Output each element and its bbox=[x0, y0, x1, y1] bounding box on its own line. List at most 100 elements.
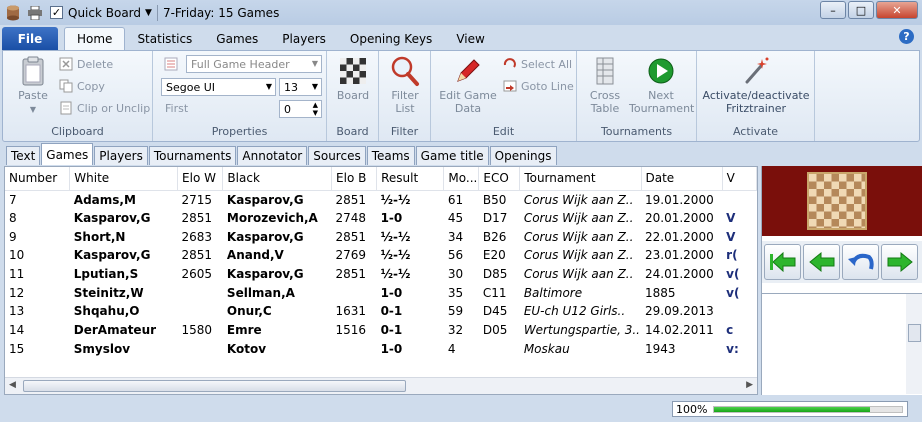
delete-button[interactable]: Delete bbox=[59, 55, 113, 73]
table-cell: 1-0 bbox=[380, 211, 403, 226]
copy-button[interactable]: Copy bbox=[59, 77, 105, 95]
table-row[interactable]: 7 Adams,M 2715 Kasparov,G 2851 ½-½ 61 B50 Corus … bbox=[5, 190, 757, 209]
magic-wand-icon bbox=[740, 55, 772, 87]
tab-game-title[interactable]: Game title bbox=[415, 146, 489, 165]
table-cell: 1885 bbox=[645, 285, 676, 300]
next-move-button[interactable] bbox=[881, 244, 918, 280]
minimize-button[interactable]: – bbox=[820, 1, 846, 19]
notation-pane[interactable] bbox=[762, 293, 922, 394]
goto-line-button[interactable]: Goto Line bbox=[503, 77, 574, 95]
tab-sources[interactable]: Sources bbox=[308, 146, 366, 165]
tab-players-list[interactable]: Players bbox=[94, 146, 148, 165]
scroll-right-icon[interactable]: ▶ bbox=[746, 380, 753, 390]
select-all-icon bbox=[503, 57, 517, 71]
grid-header-row: Number White Elo W Black Elo B Result Mo… bbox=[5, 167, 757, 191]
column-header[interactable]: Black bbox=[222, 167, 333, 191]
column-header[interactable]: White bbox=[69, 167, 179, 191]
paste-button[interactable]: Paste ▼ bbox=[13, 55, 53, 116]
ribbon-tab-row: File Home Statistics Games Players Openi… bbox=[0, 25, 922, 50]
column-header[interactable]: Mo... bbox=[443, 167, 480, 191]
tab-home[interactable]: Home bbox=[64, 27, 126, 50]
take-back-button[interactable] bbox=[842, 244, 879, 280]
scroll-left-icon[interactable]: ◀ bbox=[9, 380, 16, 390]
table-cell: 2769 bbox=[335, 248, 367, 263]
board-button[interactable]: Board bbox=[335, 55, 371, 102]
next-tournament-button[interactable]: Next Tournament bbox=[629, 55, 694, 115]
quickboard-checkbox[interactable]: ✓ bbox=[50, 6, 63, 19]
tab-players[interactable]: Players bbox=[270, 27, 338, 50]
tab-view[interactable]: View bbox=[444, 27, 496, 50]
table-cell: B26 bbox=[482, 229, 507, 244]
column-header[interactable]: Number bbox=[5, 167, 71, 191]
font-combo[interactable]: Segoe UI ▼ bbox=[161, 78, 276, 96]
table-row[interactable]: 8 Kasparov,G 2851 Morozevich,A 2748 1-0 45 D17 C… bbox=[5, 209, 757, 228]
first-move-button[interactable] bbox=[764, 244, 801, 280]
tab-opening-keys[interactable]: Opening Keys bbox=[338, 27, 444, 50]
table-row[interactable]: 10 Kasparov,G 2851 Anand,V 2769 ½-½ 56 E20 Corus… bbox=[5, 246, 757, 265]
first-stepper[interactable]: 0 ▲ ▼ bbox=[279, 100, 322, 118]
chessboard-thumbnail[interactable] bbox=[807, 172, 867, 230]
vertical-scrollbar[interactable] bbox=[906, 294, 922, 394]
header-list-icon bbox=[164, 57, 178, 74]
edit-game-data-button[interactable]: Edit Game Data bbox=[437, 55, 499, 115]
printer-icon[interactable] bbox=[26, 4, 44, 22]
database-icon[interactable] bbox=[4, 4, 22, 22]
table-row[interactable]: 13 Shqahu,O Onur,C 1631 0-1 59 D45 EU-ch U12 Gi… bbox=[5, 302, 757, 321]
close-button[interactable]: ✕ bbox=[876, 1, 918, 19]
file-tab[interactable]: File bbox=[2, 27, 58, 50]
table-row[interactable]: 15 Smyslov Kotov 1-0 4 Moskau 1943 v: bbox=[5, 340, 757, 359]
table-cell: Kotov bbox=[226, 341, 267, 356]
tab-statistics[interactable]: Statistics bbox=[125, 27, 204, 50]
scrollbar-thumb[interactable] bbox=[23, 380, 406, 392]
tab-text[interactable]: Text bbox=[6, 146, 41, 165]
table-cell: v( bbox=[726, 285, 740, 300]
table-cell: Baltimore bbox=[523, 285, 583, 300]
clip-unclip-button[interactable]: Clip or Unclip bbox=[59, 99, 150, 117]
filter-group: Filter List Filter bbox=[379, 51, 431, 141]
column-header[interactable]: Result bbox=[376, 167, 445, 191]
horizontal-scrollbar[interactable]: ◀ ▶ bbox=[5, 377, 757, 394]
help-icon[interactable]: ? bbox=[899, 29, 914, 44]
column-header[interactable]: Elo B bbox=[331, 167, 378, 191]
previous-move-button[interactable] bbox=[803, 244, 840, 280]
font-value: Segoe UI bbox=[166, 80, 216, 94]
tab-games-list[interactable]: Games bbox=[41, 143, 94, 165]
table-row[interactable]: 14 DerAmateur 1580 Emre 1516 0-1 32 D05 Wertungs… bbox=[5, 321, 757, 340]
edit-group: Edit Game Data Select All Goto Line Edit bbox=[431, 51, 577, 141]
select-all-button[interactable]: Select All bbox=[503, 55, 572, 73]
font-size-combo[interactable]: 13 ▼ bbox=[279, 78, 322, 96]
table-cell: 20.01.2000 bbox=[645, 211, 714, 226]
progress-fill bbox=[714, 407, 871, 412]
column-header[interactable]: Elo W bbox=[177, 167, 224, 191]
table-cell: Sellman,A bbox=[226, 285, 295, 300]
table-cell: D05 bbox=[482, 323, 508, 338]
quick-access-dropdown-icon[interactable]: ▼ bbox=[145, 8, 152, 18]
column-header[interactable]: Date bbox=[641, 167, 723, 191]
filter-list-button[interactable]: Filter List bbox=[385, 55, 425, 115]
column-header[interactable]: Tournament bbox=[519, 167, 642, 191]
column-header[interactable]: ECO bbox=[478, 167, 521, 191]
table-row[interactable]: 9 Short,N 2683 Kasparov,G 2851 ½-½ 34 B26 Corus … bbox=[5, 227, 757, 246]
table-cell: 2851 bbox=[335, 267, 367, 282]
fritztrainer-button[interactable]: Activate/deactivate Fritztrainer bbox=[701, 55, 811, 115]
table-cell: Kasparov,G bbox=[226, 192, 304, 207]
table-row[interactable]: 11 Lputian,S 2605 Kasparov,G 2851 ½-½ 30 D85 Cor… bbox=[5, 265, 757, 284]
table-cell: 2851 bbox=[181, 211, 213, 226]
tab-tournaments[interactable]: Tournaments bbox=[148, 146, 237, 165]
maximize-button[interactable]: □ bbox=[848, 1, 874, 19]
tab-teams[interactable]: Teams bbox=[366, 146, 415, 165]
table-cell: D17 bbox=[482, 211, 508, 226]
table-cell: 2851 bbox=[335, 192, 367, 207]
tab-games[interactable]: Games bbox=[204, 27, 270, 50]
tab-annotator[interactable]: Annotator bbox=[237, 146, 308, 165]
table-row[interactable]: 12 Steinitz,W Sellman,A 1-0 35 C11 Baltimore 18… bbox=[5, 283, 757, 302]
scrollbar-thumb[interactable] bbox=[908, 324, 921, 342]
column-header[interactable]: V bbox=[722, 167, 757, 191]
progress-box: 100% bbox=[672, 401, 908, 417]
copy-icon bbox=[59, 79, 73, 93]
tab-openings[interactable]: Openings bbox=[489, 146, 557, 165]
game-header-combo[interactable]: Full Game Header ▼ bbox=[186, 55, 322, 73]
table-cell: 14 bbox=[9, 323, 25, 338]
clipboard-group: Paste ▼ Delete Copy Clip or Unclip Clipb… bbox=[3, 51, 153, 141]
cross-table-button[interactable]: Cross Table bbox=[583, 55, 627, 115]
